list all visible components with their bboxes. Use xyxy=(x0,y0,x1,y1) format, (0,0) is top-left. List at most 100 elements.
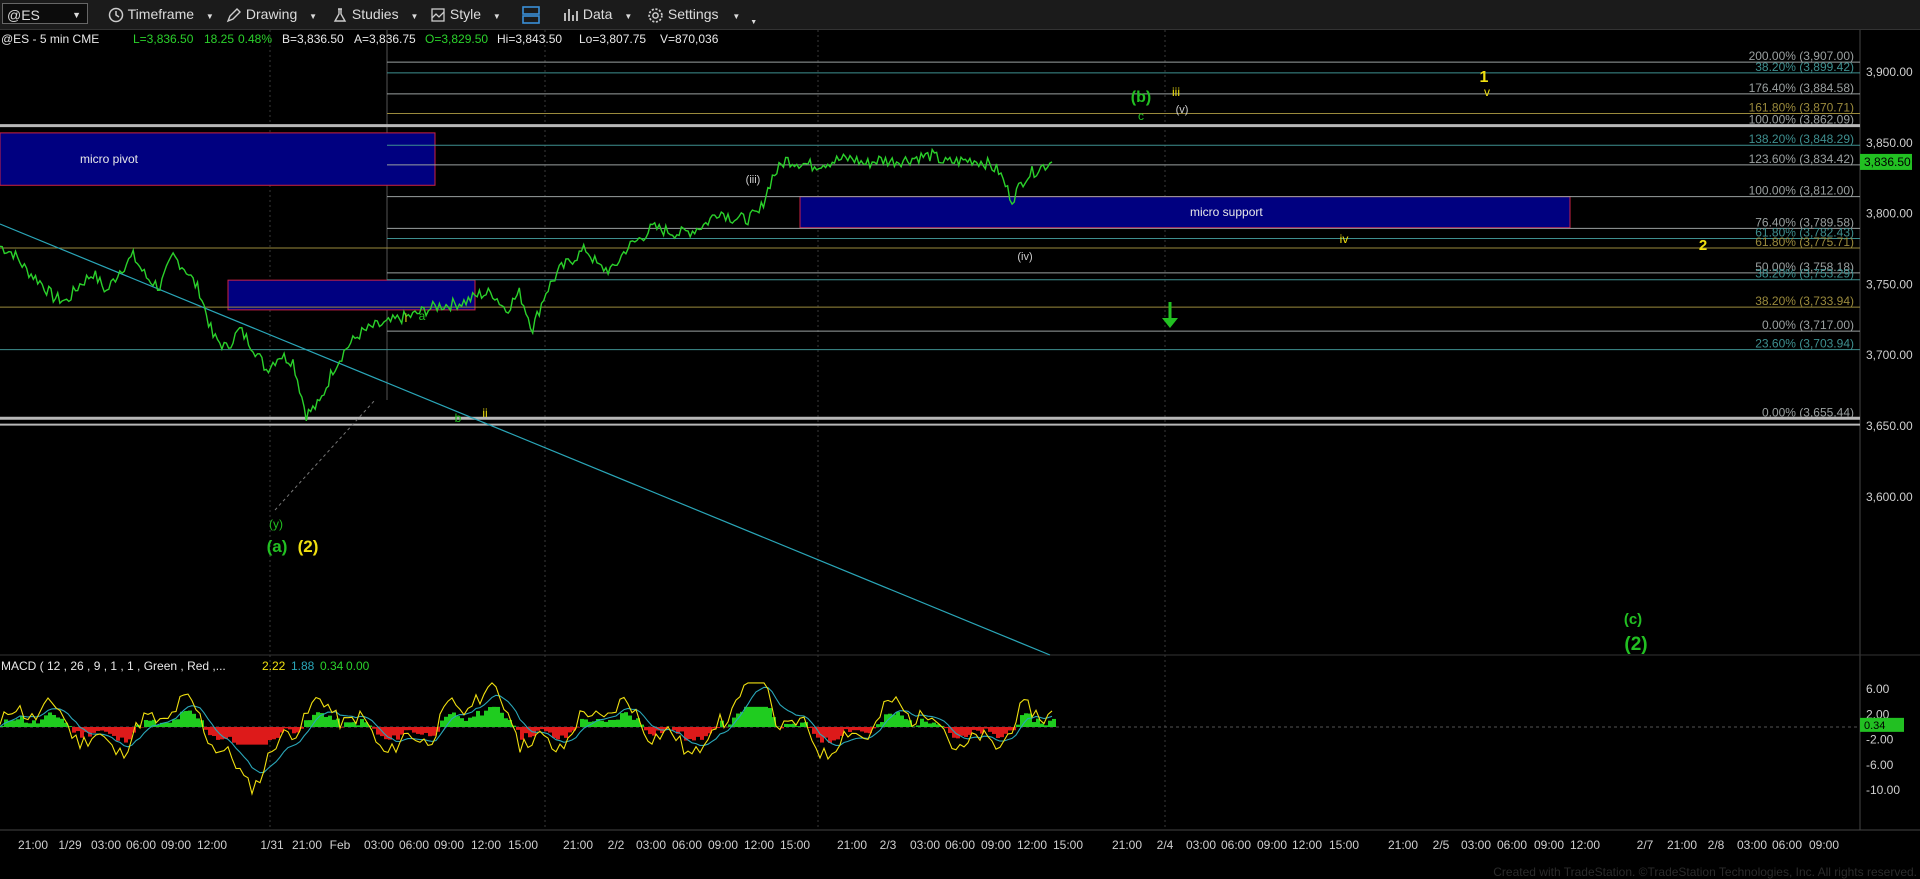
fib-label: 138.20% (3,848.29) xyxy=(1749,132,1854,146)
macd-histogram-bar xyxy=(852,727,856,731)
wave-label: (2) xyxy=(1624,634,1647,655)
macd-histogram-bar xyxy=(244,727,248,745)
time-tick-label: 06:00 xyxy=(672,838,702,852)
macd-histogram-bar xyxy=(224,727,228,739)
last-price-marker: 3,836.50 xyxy=(1860,153,1912,170)
macd-histogram-bar xyxy=(556,727,560,740)
macd-histogram-bar xyxy=(356,725,360,727)
macd-histogram-bar xyxy=(916,725,920,727)
time-tick-label: 21:00 xyxy=(1388,838,1418,852)
macd-histogram-bar xyxy=(88,727,92,737)
time-tick-label: Feb xyxy=(330,838,351,852)
macd-diff-value: 0.34 xyxy=(320,659,344,673)
macd-histogram-bar xyxy=(232,727,236,743)
header-pct: 0.48% xyxy=(238,32,272,46)
macd-histogram-bar xyxy=(752,706,756,727)
macd-histogram-bar xyxy=(988,727,992,732)
macd-histogram-bar xyxy=(856,727,860,731)
macd-histogram-bar xyxy=(540,727,544,730)
macd-pane xyxy=(0,682,1860,796)
macd-histogram-bar xyxy=(100,727,104,731)
zone-box[interactable] xyxy=(799,196,1571,229)
price-chart[interactable]: micro pivotmicro support 200.00% (3,907.… xyxy=(0,0,1920,879)
macd-histogram-bar xyxy=(1008,727,1012,731)
macd-histogram-bar xyxy=(260,727,264,745)
macd-histogram-bar xyxy=(60,718,64,727)
time-tick-label: 09:00 xyxy=(434,838,464,852)
macd-histogram-bar xyxy=(40,719,44,727)
time-tick-label: 09:00 xyxy=(981,838,1011,852)
macd-histogram-bar xyxy=(680,727,684,732)
zone-label: micro support xyxy=(1190,205,1263,219)
time-tick-label: 2/7 xyxy=(1637,838,1654,852)
macd-histogram-bar xyxy=(204,727,208,730)
macd-histogram-bar xyxy=(960,727,964,736)
macd-histogram-bar xyxy=(36,723,40,727)
macd-histogram-bar xyxy=(464,720,468,727)
header-last: L=3,836.50 xyxy=(133,32,194,46)
time-tick-label: 15:00 xyxy=(508,838,538,852)
macd-histogram-bar xyxy=(396,727,400,740)
macd-histogram-bar xyxy=(288,727,292,730)
wave-label: (v) xyxy=(1176,104,1189,116)
time-tick-label: 03:00 xyxy=(1737,838,1767,852)
macd-histogram-bar xyxy=(108,727,112,734)
macd-histogram-bar xyxy=(332,719,336,727)
time-tick-label: 12:00 xyxy=(744,838,774,852)
time-tick-label: 21:00 xyxy=(1112,838,1142,852)
time-tick-label: 03:00 xyxy=(1186,838,1216,852)
macd-histogram-bar xyxy=(408,727,412,731)
wave-label: c xyxy=(1138,109,1144,123)
macd-histogram-bar xyxy=(44,715,48,727)
last-price-label: 3,836.50 xyxy=(1864,155,1911,169)
macd-histogram-bar xyxy=(704,727,708,737)
time-tick-label: 03:00 xyxy=(1461,838,1491,852)
time-tick-label: 2/5 xyxy=(1433,838,1450,852)
macd-histogram-bar xyxy=(992,727,996,734)
macd-histogram-bar xyxy=(480,715,484,727)
macd-histogram-bar xyxy=(284,727,288,729)
time-tick-label: 09:00 xyxy=(1809,838,1839,852)
time-tick-label: 21:00 xyxy=(1667,838,1697,852)
macd-histogram-bar xyxy=(1048,720,1052,727)
macd-histogram-bar xyxy=(932,722,936,727)
macd-histogram-bar xyxy=(460,718,464,727)
zone-box[interactable] xyxy=(227,279,476,311)
macd-histogram-bar xyxy=(608,719,612,727)
time-axis[interactable]: 21:00 1/29 03:00 06:00 09:00 12:00 1/31 21:00 Fe… xyxy=(18,838,1839,852)
macd-histogram-bar xyxy=(956,727,960,739)
macd-histogram-bar xyxy=(796,726,800,727)
macd-line xyxy=(0,682,1053,796)
macd-title: MACD ( 12 , 26 , 9 , 1 , 1 , Green , Red… xyxy=(1,659,226,673)
macd-histogram-bar xyxy=(800,722,804,727)
fib-label: 38.20% (3,899.42) xyxy=(1755,60,1854,74)
macd-histogram-bar xyxy=(624,712,628,727)
wave-label: ii xyxy=(482,406,487,420)
macd-histogram-bar xyxy=(452,712,456,727)
macd-histogram-bar xyxy=(808,727,812,728)
macd-histogram-bar xyxy=(500,712,504,727)
time-tick-label: 06:00 xyxy=(1772,838,1802,852)
macd-histogram-bar xyxy=(644,727,648,731)
footer-copyright: Created with TradeStation. ©TradeStation… xyxy=(1493,865,1917,879)
macd-tick-label: -2.00 xyxy=(1866,733,1894,747)
macd-histogram-bar xyxy=(440,720,444,727)
macd-histogram-bar xyxy=(1016,724,1020,727)
macd-histogram-bar xyxy=(648,727,652,735)
price-axis[interactable]: 3,900.00 3,850.00 3,800.00 3,750.00 3,700.00… xyxy=(1866,65,1913,504)
zone-box[interactable] xyxy=(0,132,436,186)
header-volume: V=870,036 xyxy=(660,32,719,46)
time-tick-label: 2/4 xyxy=(1157,838,1174,852)
macd-histogram-bar xyxy=(836,727,840,740)
macd-histogram-bar xyxy=(972,727,976,730)
macd-histogram-bar xyxy=(268,727,272,741)
macd-histogram-bar xyxy=(768,708,772,727)
macd-histogram-bar xyxy=(784,723,788,727)
time-tick-label: 12:00 xyxy=(1570,838,1600,852)
macd-histogram-bar xyxy=(196,718,200,727)
time-tick-label: 21:00 xyxy=(292,838,322,852)
macd-histogram-bar xyxy=(696,727,700,737)
macd-histogram-bar xyxy=(928,723,932,727)
price-tick-label: 3,850.00 xyxy=(1866,136,1913,150)
macd-histogram-bar xyxy=(924,721,928,727)
